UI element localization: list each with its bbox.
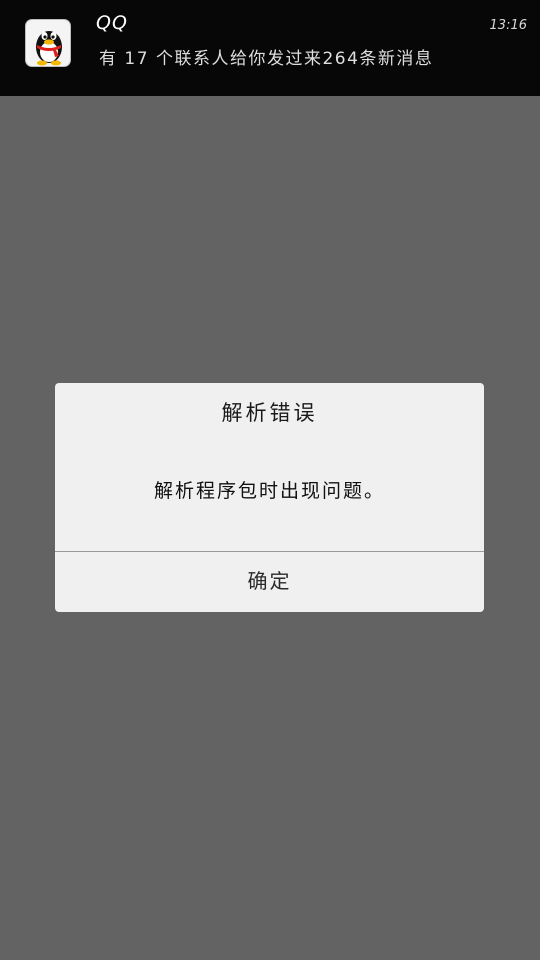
notification-app-name: QQ	[96, 12, 128, 34]
qq-penguin-icon	[25, 19, 71, 67]
confirm-button[interactable]: 确定	[55, 552, 484, 612]
parse-error-dialog: 解析错误 解析程序包时出现问题。 确定	[55, 383, 484, 612]
notification-time: 13:16	[489, 18, 527, 33]
dialog-message: 解析程序包时出现问题。	[153, 480, 385, 502]
notification-banner[interactable]: QQ 13:16 有 17 个联系人给你发过来264条新消息	[0, 0, 540, 96]
dialog-title: 解析错误	[221, 401, 318, 425]
screen: QQ 13:16 有 17 个联系人给你发过来264条新消息 解析错误 解析程序…	[0, 0, 540, 960]
notification-message: 有 17 个联系人给你发过来264条新消息	[99, 49, 434, 69]
